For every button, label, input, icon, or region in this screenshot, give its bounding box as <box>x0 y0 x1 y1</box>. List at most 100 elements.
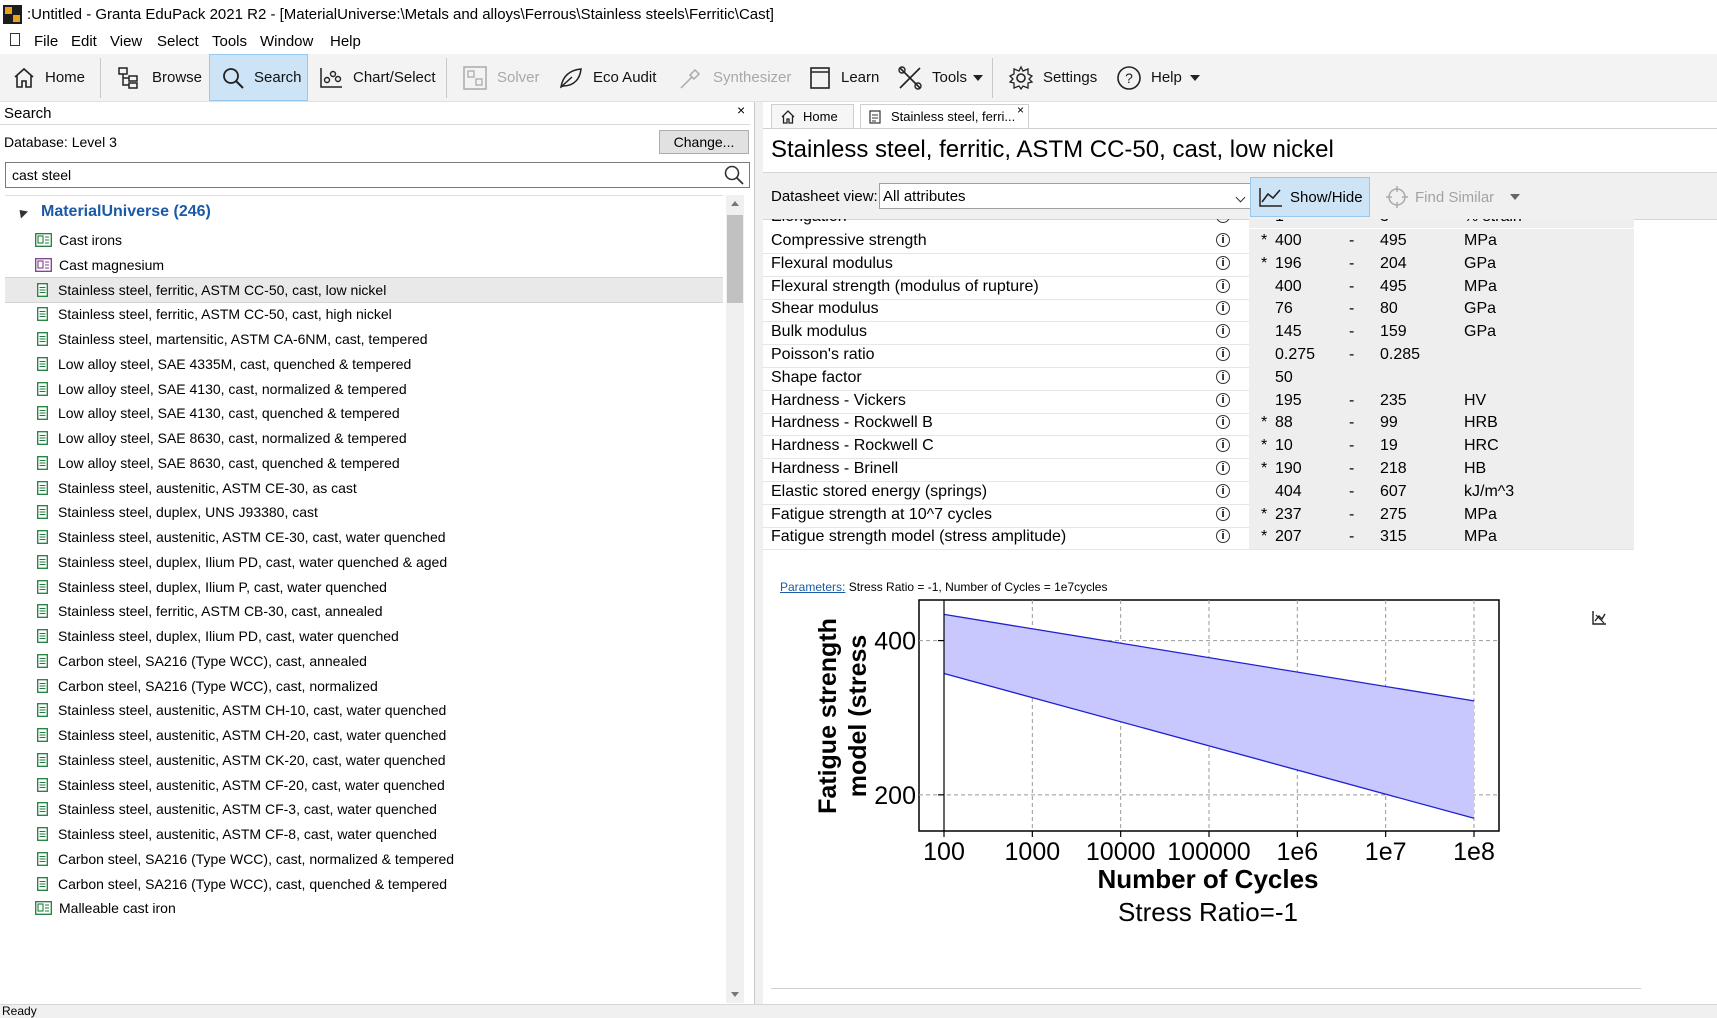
search-icon[interactable] <box>723 164 745 186</box>
attribute-low-value: 10 <box>1275 437 1293 455</box>
close-icon[interactable]: × <box>737 102 745 118</box>
scroll-down-arrow-icon[interactable] <box>731 992 739 997</box>
scrollbar-thumb[interactable] <box>727 215 743 303</box>
tree-item[interactable]: Low alloy steel, SAE 4130, cast, quenche… <box>5 400 723 426</box>
menu-edit[interactable]: Edit <box>71 33 97 50</box>
info-icon[interactable]: i <box>1216 255 1230 270</box>
info-icon[interactable]: i <box>1216 347 1230 361</box>
info-icon[interactable]: i <box>1216 301 1230 316</box>
menu-window[interactable]: Window <box>260 33 313 50</box>
info-icon[interactable]: i <box>1216 219 1230 223</box>
tree-item[interactable]: Stainless steel, ferritic, ASTM CC-50, c… <box>5 276 723 303</box>
tree-item[interactable]: Stainless steel, duplex, Ilium PD, cast,… <box>5 549 723 575</box>
tree-item[interactable]: Low alloy steel, SAE 4335M, cast, quench… <box>5 351 723 377</box>
solver-icon <box>463 65 487 90</box>
search-button[interactable]: Search <box>209 54 308 101</box>
info-icon[interactable]: i <box>1216 461 1230 475</box>
tree-item-label: Stainless steel, ferritic, ASTM CC-50, c… <box>58 281 387 298</box>
tree-item[interactable]: Stainless steel, duplex, UNS J93380, cas… <box>5 499 723 525</box>
attribute-row: Hardness - Brinell i * 190 - 218 HB <box>763 457 1634 482</box>
tree-item[interactable]: Stainless steel, austenitic, ASTM CE-30,… <box>5 475 723 501</box>
info-icon[interactable]: i <box>1216 506 1230 521</box>
tree-item[interactable]: Stainless steel, austenitic, ASTM CK-20,… <box>5 747 723 773</box>
tree-item[interactable]: Stainless steel, austenitic, ASTM CH-20,… <box>5 722 723 748</box>
tab-close-icon[interactable]: × <box>1017 103 1024 117</box>
tab-home[interactable]: Home <box>771 104 854 128</box>
tree-item[interactable]: Stainless steel, martensitic, ASTM CA-6N… <box>5 326 723 352</box>
attribute-row: Shape factor i 50 <box>763 365 1634 391</box>
info-icon[interactable]: i <box>1216 529 1230 544</box>
synthesizer-button[interactable]: Synthesizer <box>678 54 791 101</box>
pane-splitter[interactable] <box>755 102 763 1004</box>
tree-item[interactable]: Stainless steel, ferritic, ASTM CC-50, c… <box>5 301 723 327</box>
datasheet-icon <box>37 629 48 643</box>
chart-select-button[interactable]: Chart/Select <box>318 54 436 101</box>
show-hide-button[interactable]: Show/Hide <box>1250 177 1370 217</box>
tree-item[interactable]: Cast irons <box>5 227 723 253</box>
info-icon[interactable]: i <box>1216 483 1230 498</box>
tree-item[interactable]: Carbon steel, SA216 (Type WCC), cast, an… <box>5 648 723 674</box>
tree-item[interactable]: Low alloy steel, SAE 8630, cast, quenche… <box>5 450 723 476</box>
menu-select[interactable]: Select <box>157 33 199 50</box>
learn-button[interactable]: Learn <box>808 54 879 101</box>
attribute-low-value: 404 <box>1275 482 1302 500</box>
leaf-icon <box>560 67 582 88</box>
menu-view[interactable]: View <box>110 33 142 50</box>
solver-button[interactable]: Solver <box>462 54 540 101</box>
datasheet-view-select[interactable]: All attributes <box>879 183 1251 209</box>
tree-item[interactable]: Low alloy steel, SAE 4130, cast, normali… <box>5 376 723 402</box>
tree-expand-icon[interactable] <box>15 205 29 219</box>
tree-item[interactable]: Carbon steel, SA216 (Type WCC), cast, no… <box>5 846 723 872</box>
menu-file[interactable]: File <box>34 33 58 50</box>
datasheet-icon <box>37 777 48 792</box>
tools-button[interactable]: Tools <box>897 54 984 101</box>
estimated-marker: * <box>1261 505 1268 523</box>
help-button[interactable]: ? Help <box>1116 54 1200 101</box>
tree-item[interactable]: Stainless steel, austenitic, ASTM CE-30,… <box>5 524 723 550</box>
scroll-up-arrow-icon[interactable] <box>731 201 739 206</box>
info-icon[interactable]: i <box>1216 324 1230 339</box>
settings-button[interactable]: Settings <box>1008 54 1097 101</box>
tree-item[interactable]: Stainless steel, austenitic, ASTM CH-10,… <box>5 697 723 723</box>
tree-item-label: Low alloy steel, SAE 4130, cast, normali… <box>58 380 407 397</box>
parameters-link[interactable]: Parameters: <box>780 580 845 594</box>
results-scrollbar[interactable] <box>726 195 744 1003</box>
chevron-down-icon[interactable] <box>1510 194 1521 200</box>
tree-item[interactable]: Stainless steel, ferritic, ASTM CB-30, c… <box>5 598 723 624</box>
tree-item[interactable]: Carbon steel, SA216 (Type WCC), cast, qu… <box>5 871 723 897</box>
tab-datasheet[interactable]: Stainless steel, ferri... × <box>860 103 1029 128</box>
find-similar-button[interactable]: Find Similar <box>1385 177 1521 217</box>
info-icon[interactable]: i <box>1216 369 1230 384</box>
menu-help[interactable]: Help <box>330 33 361 50</box>
x-tick-label: 100 <box>923 838 965 866</box>
folder-icon <box>35 233 52 247</box>
tree-item[interactable]: Malleable cast iron <box>5 895 723 921</box>
datasheet-icon <box>37 505 48 520</box>
home-button[interactable]: Home <box>12 54 85 101</box>
eco-audit-button[interactable]: Eco Audit <box>558 54 656 101</box>
browse-button[interactable]: Browse <box>117 54 202 101</box>
tree-root[interactable]: MaterialUniverse (246) <box>5 200 211 224</box>
tree-item[interactable]: Cast magnesium <box>5 252 723 278</box>
tree-item[interactable]: Low alloy steel, SAE 8630, cast, normali… <box>5 425 723 451</box>
info-icon[interactable]: i <box>1216 438 1230 453</box>
info-icon[interactable]: i <box>1216 415 1230 430</box>
help-icon: ? <box>1117 65 1141 90</box>
tree-item[interactable]: Carbon steel, SA216 (Type WCC), cast, no… <box>5 673 723 699</box>
info-icon[interactable]: i <box>1216 278 1230 293</box>
info-icon[interactable]: i <box>1216 233 1230 247</box>
datasheet-panel: Home Stainless steel, ferri... × Stainle… <box>763 102 1717 1004</box>
tree-item[interactable]: Stainless steel, duplex, Ilium PD, cast,… <box>5 623 723 649</box>
chart-export-icon[interactable] <box>1591 610 1607 626</box>
tree-item[interactable]: Stainless steel, austenitic, ASTM CF-8, … <box>5 821 723 847</box>
attribute-unit: HRC <box>1464 437 1499 455</box>
tree-item[interactable]: Stainless steel, duplex, Ilium P, cast, … <box>5 574 723 600</box>
change-database-button[interactable]: Change... <box>659 130 749 154</box>
tree-item[interactable]: Stainless steel, austenitic, ASTM CF-20,… <box>5 772 723 798</box>
search-input[interactable] <box>5 162 750 188</box>
info-icon[interactable]: i <box>1216 392 1230 407</box>
tree-item[interactable]: Stainless steel, austenitic, ASTM CF-3, … <box>5 796 723 822</box>
tree-item-label: Stainless steel, austenitic, ASTM CH-20,… <box>58 727 447 743</box>
document-menu-icon[interactable] <box>10 33 20 46</box>
menu-tools[interactable]: Tools <box>212 33 247 50</box>
